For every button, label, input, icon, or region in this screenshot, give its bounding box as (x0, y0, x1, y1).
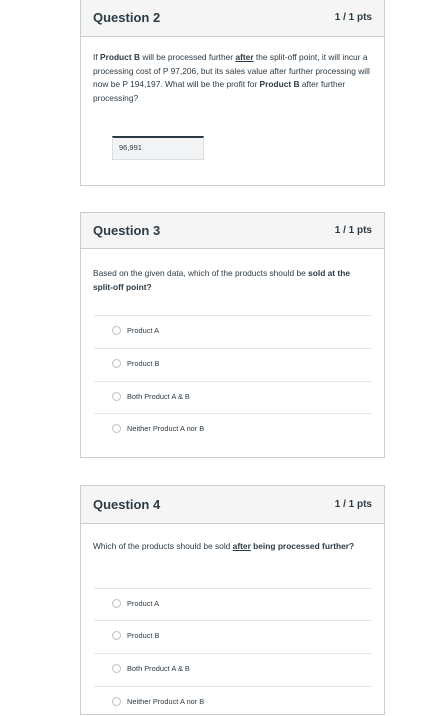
option-label: Product B (127, 359, 160, 368)
option-label: Product A (127, 599, 160, 608)
option-label: Product A (127, 326, 160, 335)
question-4-option-a[interactable]: Product A (94, 588, 372, 618)
question-4-points: 1 / 1 pts (334, 499, 372, 510)
question-3-title: Question 3 (93, 223, 161, 238)
option-label: Both Product A & B (127, 392, 190, 401)
radio-icon[interactable] (112, 424, 121, 433)
question-2-header: Question 2 1 / 1 pts (81, 0, 384, 37)
radio-icon[interactable] (112, 631, 121, 640)
question-4-option-neither[interactable]: Neither Product A nor B (94, 686, 372, 716)
question-2-text: If Product B will be processed further a… (93, 52, 370, 103)
question-3-points: 1 / 1 pts (334, 225, 372, 236)
question-3-option-b[interactable]: Product B (94, 348, 372, 378)
question-2-title: Question 2 (93, 10, 161, 25)
option-label: Product B (127, 631, 160, 640)
option-label: Neither Product A nor B (127, 697, 205, 706)
question-2-answer-field[interactable]: 96,991 (112, 136, 204, 160)
radio-icon[interactable] (112, 599, 121, 608)
radio-icon[interactable] (112, 392, 121, 401)
option-label: Both Product A & B (127, 664, 190, 673)
question-4-text: Which of the products should be sold aft… (93, 541, 355, 551)
question-4-option-b[interactable]: Product B (94, 620, 372, 650)
question-4-option-both[interactable]: Both Product A & B (94, 653, 372, 683)
question-3-option-neither[interactable]: Neither Product A nor B (94, 413, 372, 443)
question-3-header: Question 3 1 / 1 pts (81, 213, 384, 249)
radio-icon[interactable] (112, 697, 121, 706)
question-3-option-both[interactable]: Both Product A & B (94, 381, 372, 411)
question-4-header: Question 4 1 / 1 pts (81, 486, 384, 524)
radio-icon[interactable] (112, 359, 121, 368)
radio-icon[interactable] (112, 326, 121, 335)
question-3-text: Based on the given data, which of the pr… (93, 268, 350, 292)
question-4-title: Question 4 (93, 497, 161, 512)
option-label: Neither Product A nor B (127, 424, 205, 433)
question-2-points: 1 / 1 pts (334, 12, 372, 23)
question-3-option-a[interactable]: Product A (94, 315, 372, 345)
radio-icon[interactable] (112, 664, 121, 673)
